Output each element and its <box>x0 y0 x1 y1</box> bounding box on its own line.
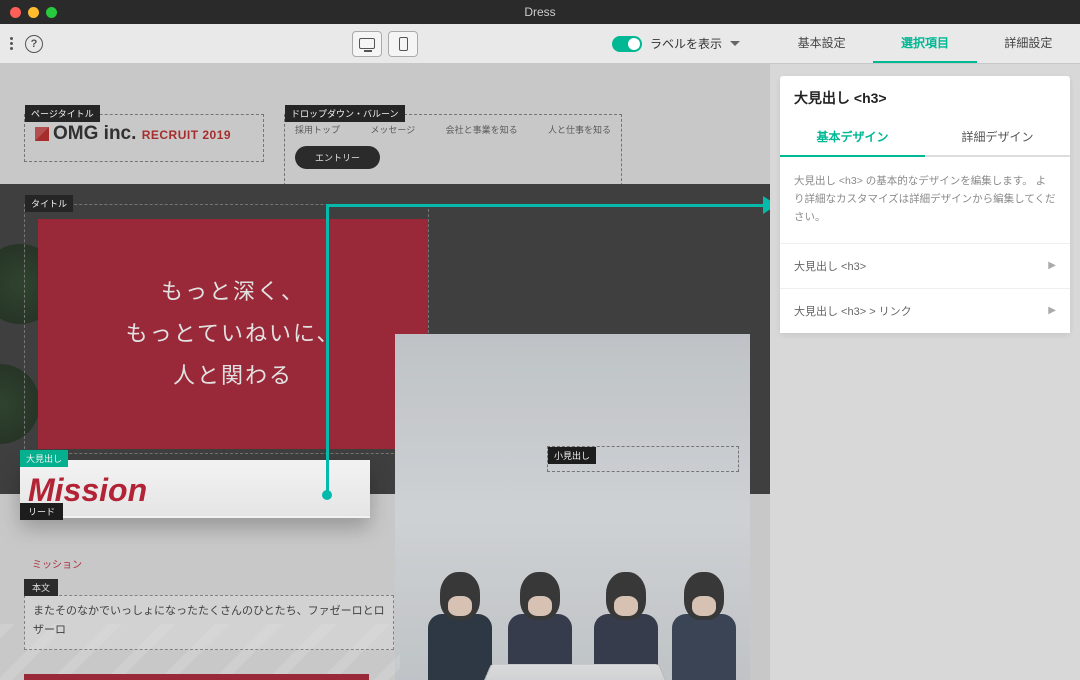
hero-copy: もっと深く、 もっとていねいに、 人と関わる <box>38 219 428 449</box>
balloon-entry-button[interactable]: エントリー <box>295 146 380 169</box>
label-balloon: ドロップダウン・バルーン <box>285 105 405 122</box>
inspector-panel: 基本設定 選択項目 詳細設定 大見出し <h3> 基本デザイン 詳細デザイン 大… <box>770 24 1080 680</box>
label-lead: リード <box>20 503 63 520</box>
lead-text: ミッション <box>24 546 394 575</box>
top-toolbar: ? ラベルを表示 <box>0 24 770 64</box>
tab-detail-settings[interactable]: 詳細設定 <box>977 24 1080 63</box>
label-toggle[interactable] <box>612 36 642 52</box>
chevron-right-icon: ▶ <box>1048 260 1056 271</box>
cta-button[interactable]: 今すぐエントリー <box>24 674 369 680</box>
menu-icon[interactable] <box>10 37 13 50</box>
tab-basic-settings[interactable]: 基本設定 <box>770 24 873 63</box>
window-title: Dress <box>524 5 555 19</box>
selection-panel-card: 大見出し <h3> 基本デザイン 詳細デザイン 大見出し <h3> の基本的なデ… <box>780 76 1070 333</box>
traffic-lights <box>10 7 57 18</box>
maximize-window-icon[interactable] <box>46 7 57 18</box>
mobile-icon <box>399 37 408 51</box>
minimize-window-icon[interactable] <box>28 7 39 18</box>
panel-item-label: 大見出し <h3> > リンク <box>794 303 912 319</box>
design-subtabs: 基本デザイン 詳細デザイン <box>780 118 1070 157</box>
chevron-right-icon: ▶ <box>1048 305 1056 316</box>
subtab-basic-design[interactable]: 基本デザイン <box>780 118 925 157</box>
region-big-heading-selected[interactable]: 大見出し Mission リード <box>20 460 370 518</box>
region-below-mission: ミッション 本文 またそのなかでいっしょになったたくさんのひとたち、ファゼーロと… <box>24 532 394 680</box>
label-big-heading: 大見出し <box>20 450 68 467</box>
hero-line: もっとていねいに、 <box>126 313 341 355</box>
mission-heading: Mission <box>20 460 370 516</box>
label-small-heading: 小見出し <box>548 447 596 464</box>
label-page-title: ページタイトル <box>25 105 100 122</box>
window-titlebar: Dress <box>0 0 1080 24</box>
nav-item[interactable]: 人と仕事を知る <box>548 123 611 136</box>
panel-description: 大見出し <h3> の基本的なデザインを編集します。 より詳細なカスタマイズは詳… <box>780 157 1070 243</box>
connector-line <box>326 204 329 494</box>
help-icon[interactable]: ? <box>25 35 43 53</box>
nav-item[interactable]: メッセージ <box>370 123 415 136</box>
tab-selection[interactable]: 選択項目 <box>873 24 976 63</box>
label-body: 本文 <box>24 579 58 596</box>
hero-line: もっと深く、 <box>161 271 305 313</box>
close-window-icon[interactable] <box>10 7 21 18</box>
hero-photo: 小見出し PIXTA ©materials : PXT000035841264 <box>395 334 750 680</box>
preview-canvas: ページタイトル OMG inc. RECRUIT 2019 ドロップダウン・バル… <box>0 64 770 680</box>
chevron-down-icon[interactable] <box>730 41 740 46</box>
panel-item-label: 大見出し <h3> <box>794 258 866 274</box>
body-text: またそのなかでいっしょになったたくさんのひとたち、ファゼーロとロザーロ <box>24 595 394 650</box>
connector-arrow-icon <box>763 196 770 214</box>
panel-item[interactable]: 大見出し <h3> > リンク ▶ <box>780 288 1070 333</box>
subtab-detail-design[interactable]: 詳細デザイン <box>925 118 1070 157</box>
connector-line <box>326 204 766 207</box>
connector-dot-icon <box>322 490 332 500</box>
panel-item-list: 大見出し <h3> ▶ 大見出し <h3> > リンク ▶ <box>780 243 1070 333</box>
selection-panel-title: 大見出し <h3> <box>780 76 1070 118</box>
desktop-icon <box>359 38 375 49</box>
nav-item[interactable]: 会社と事業を知る <box>446 123 518 136</box>
inspector-tabs: 基本設定 選択項目 詳細設定 <box>770 24 1080 64</box>
label-title: タイトル <box>25 195 73 212</box>
desktop-preview-button[interactable] <box>352 31 382 57</box>
brand-logo-icon <box>35 127 49 141</box>
region-page-title[interactable]: ページタイトル OMG inc. RECRUIT 2019 <box>24 114 264 162</box>
panel-item[interactable]: 大見出し <h3> ▶ <box>780 243 1070 288</box>
nav-item[interactable]: 採用トップ <box>295 123 340 136</box>
label-toggle-text: ラベルを表示 <box>650 35 722 52</box>
mobile-preview-button[interactable] <box>388 31 418 57</box>
region-balloon[interactable]: ドロップダウン・バルーン 採用トップ メッセージ 会社と事業を知る 人と仕事を知… <box>284 114 622 186</box>
hero-line: 人と関わる <box>173 355 293 397</box>
